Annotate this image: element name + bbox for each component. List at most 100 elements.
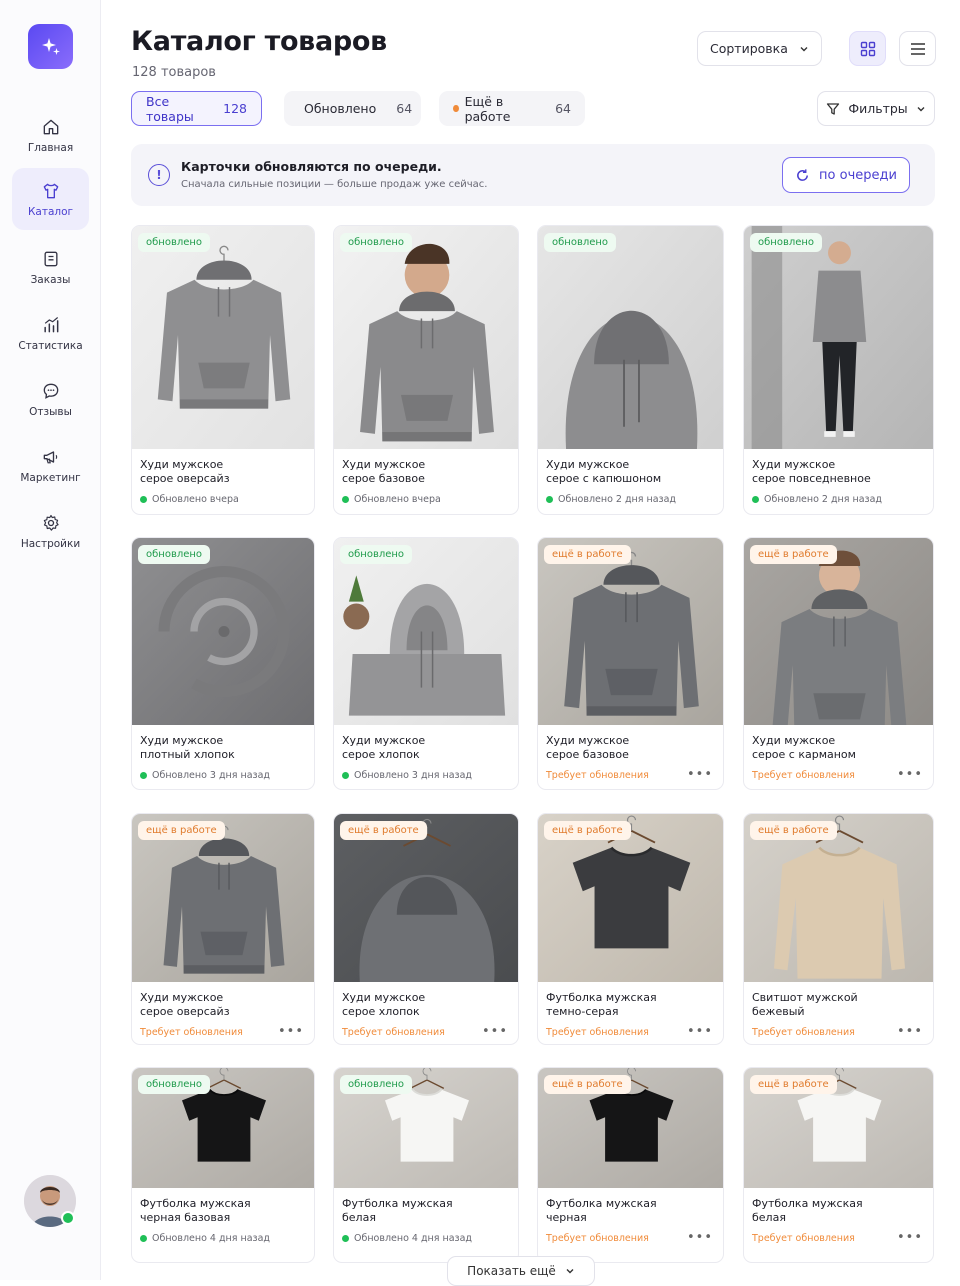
product-name[interactable]: Футболка мужская черная — [546, 1197, 657, 1225]
nav-stats[interactable]: Статистика — [12, 302, 89, 364]
product-card[interactable]: ещё в работе Худи мужское серое хлопок Т… — [333, 813, 519, 1045]
product-name-line1: Футболка мужская — [546, 1197, 657, 1210]
main-content: Каталог товаров 128 товаров Сортировка В… — [101, 0, 960, 1286]
nav-marketing[interactable]: Маркетинг — [12, 434, 89, 496]
more-options-icon[interactable]: ••• — [897, 767, 923, 782]
more-options-icon[interactable]: ••• — [897, 1230, 923, 1245]
product-name[interactable]: Футболка мужская белая — [752, 1197, 863, 1225]
product-card[interactable]: ещё в работе Футболка мужская черная Тре… — [537, 1067, 724, 1263]
refresh-icon — [797, 168, 808, 181]
product-card[interactable]: ещё в работе Футболка мужская темно-сера… — [537, 813, 724, 1045]
filter-chip-all[interactable]: Все товары 128 — [131, 91, 262, 126]
more-options-icon[interactable]: ••• — [687, 1024, 713, 1039]
product-card[interactable]: ещё в работе Футболка мужская белая Треб… — [743, 1067, 934, 1263]
product-image[interactable] — [334, 538, 518, 725]
more-options-icon[interactable]: ••• — [278, 1024, 304, 1039]
product-name[interactable]: Худи мужское серое хлопок — [342, 734, 425, 762]
product-status-text: Обновлено 4 дня назад — [152, 1233, 270, 1244]
filters-label: Фильтры — [848, 101, 908, 116]
list-view-button[interactable] — [899, 31, 936, 66]
product-image[interactable] — [538, 226, 723, 449]
green-dot-icon — [546, 496, 553, 503]
grid-view-button[interactable] — [849, 31, 886, 66]
product-card[interactable]: обновлено Худи мужское серое хлопок Обно… — [333, 537, 519, 790]
sort-label: Сортировка — [710, 41, 788, 56]
product-card[interactable]: обновлено Футболка мужская черная базова… — [131, 1067, 315, 1263]
product-name[interactable]: Футболка мужская белая — [342, 1197, 453, 1225]
chevron-down-icon — [566, 1269, 574, 1274]
product-name-line2: плотный хлопок — [140, 748, 235, 761]
product-status: Требует обновления — [546, 1233, 649, 1244]
product-card[interactable]: обновлено Худи мужское серое с капюшоном… — [537, 225, 724, 515]
nav-label: Заказы — [30, 273, 71, 286]
nav-orders[interactable]: Заказы — [12, 236, 89, 298]
product-name[interactable]: Худи мужское серое с капюшоном — [546, 458, 661, 486]
more-options-icon[interactable]: ••• — [897, 1024, 923, 1039]
product-name-line2: серое с карманом — [752, 748, 856, 761]
product-card[interactable]: обновлено Худи мужское плотный хлопок Об… — [131, 537, 315, 790]
product-name[interactable]: Худи мужское серое базовое — [546, 734, 629, 762]
product-image[interactable] — [538, 538, 723, 725]
product-card[interactable]: обновлено Худи мужское серое базовое Обн… — [333, 225, 519, 515]
product-name[interactable]: Худи мужское серое с карманом — [752, 734, 856, 762]
status-badge: ещё в работе — [138, 821, 225, 840]
product-image[interactable] — [744, 226, 933, 449]
nav-reviews[interactable]: Отзывы — [12, 368, 89, 430]
product-name-line2: белая — [342, 1211, 376, 1224]
nav-catalog[interactable]: Каталог — [12, 168, 89, 230]
product-name[interactable]: Худи мужское серое базовое — [342, 458, 425, 486]
status-badge: обновлено — [340, 233, 413, 252]
product-name-line1: Худи мужское — [342, 734, 426, 747]
filter-chip-in-progress[interactable]: Ещё в работе 64 — [439, 91, 585, 126]
product-image[interactable] — [132, 538, 314, 725]
status-badge: обновлено — [340, 1075, 413, 1094]
more-options-icon[interactable]: ••• — [687, 767, 713, 782]
product-name[interactable]: Худи мужское серое хлопок — [342, 991, 425, 1019]
nav-label: Главная — [27, 141, 74, 154]
product-status-text: Требует обновления — [546, 1027, 649, 1038]
product-name[interactable]: Футболка мужская черная базовая — [140, 1197, 251, 1225]
product-name[interactable]: Худи мужское серое оверсайз — [140, 991, 230, 1019]
product-card[interactable]: ещё в работе Свитшот мужской бежевый Тре… — [743, 813, 934, 1045]
home-icon — [43, 119, 58, 134]
green-dot-icon — [140, 496, 147, 503]
nav-home[interactable]: Главная — [12, 104, 89, 166]
product-card[interactable]: обновлено Худи мужское серое повседневно… — [743, 225, 934, 515]
product-status: Требует обновления — [752, 770, 855, 781]
product-name-line2: серое повседневное — [752, 472, 871, 485]
nav-settings[interactable]: Настройки — [12, 500, 89, 562]
nav-label: Каталог — [27, 205, 74, 218]
nav-label: Настройки — [20, 537, 81, 550]
chip-count: 128 — [223, 101, 247, 116]
queue-button[interactable]: по очереди — [782, 157, 910, 193]
sort-dropdown[interactable]: Сортировка — [697, 31, 822, 66]
product-card[interactable]: ещё в работе Худи мужское серое оверсайз… — [131, 813, 315, 1045]
product-image[interactable] — [334, 226, 518, 449]
product-card[interactable]: ещё в работе Худи мужское серое базовое … — [537, 537, 724, 790]
product-status-text: Обновлено 4 дня назад — [354, 1233, 472, 1244]
product-name[interactable]: Худи мужское плотный хлопок — [140, 734, 235, 762]
product-name[interactable]: Худи мужское серое оверсайз — [140, 458, 230, 486]
menu-icon — [910, 42, 925, 55]
product-name-line2: черная — [546, 1211, 587, 1224]
product-status-text: Обновлено 2 дня назад — [764, 494, 882, 505]
product-card[interactable]: ещё в работе Худи мужское серое с карман… — [743, 537, 934, 790]
filters-button[interactable]: Фильтры — [817, 91, 935, 126]
product-status: Обновлено 2 дня назад — [546, 494, 676, 505]
product-image[interactable] — [744, 538, 933, 725]
filter-chip-updated[interactable]: Обновлено 64 — [284, 91, 421, 126]
product-status: Требует обновления — [546, 1027, 649, 1038]
product-card[interactable]: обновлено Футболка мужская белая Обновле… — [333, 1067, 519, 1263]
product-name-line1: Футболка мужская — [140, 1197, 251, 1210]
show-more-button[interactable]: Показать ещё — [447, 1256, 595, 1286]
product-name[interactable]: Футболка мужская темно-серая — [546, 991, 657, 1019]
product-status: Требует обновления — [342, 1027, 445, 1038]
product-name[interactable]: Свитшот мужской бежевый — [752, 991, 858, 1019]
product-name[interactable]: Худи мужское серое повседневное — [752, 458, 871, 486]
banner-title: Карточки обновляются по очереди. — [181, 159, 442, 174]
more-options-icon[interactable]: ••• — [482, 1024, 508, 1039]
product-card[interactable]: обновлено Худи мужское серое оверсайз Об… — [131, 225, 315, 515]
product-image[interactable] — [132, 226, 314, 449]
logo-sparkle-icon[interactable] — [28, 24, 73, 69]
more-options-icon[interactable]: ••• — [687, 1230, 713, 1245]
